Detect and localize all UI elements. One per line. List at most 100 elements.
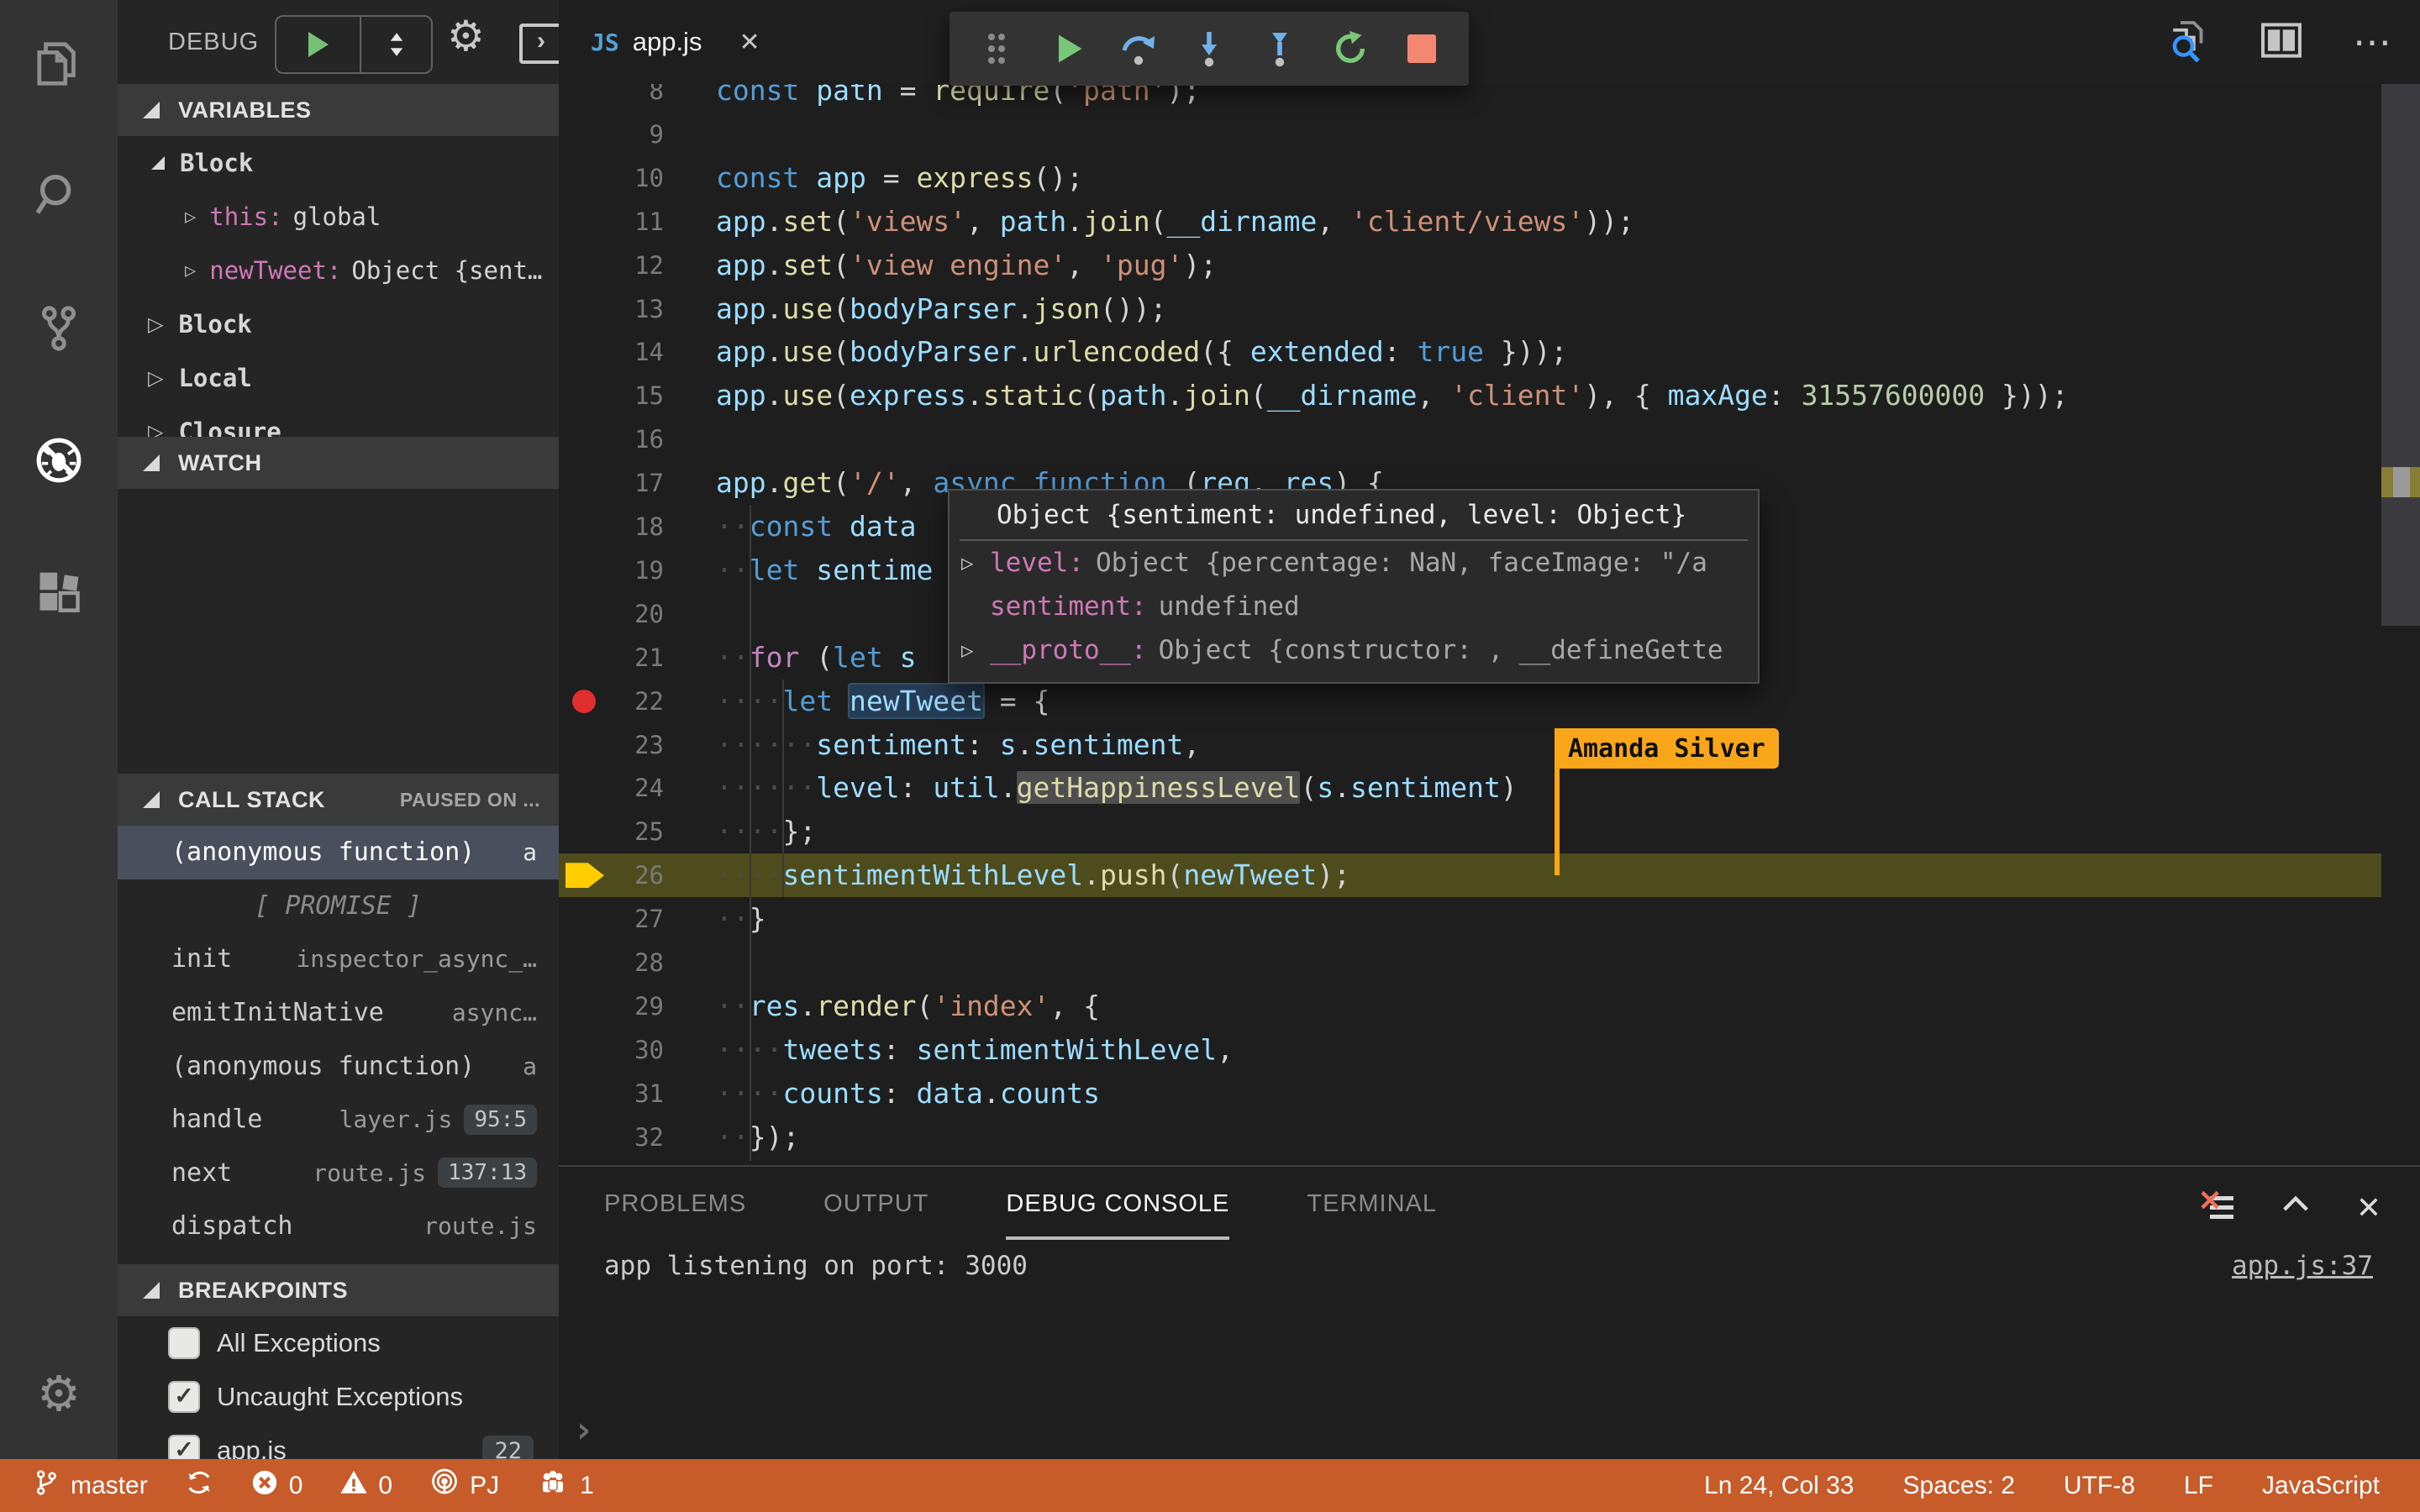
line-number[interactable]: 16 bbox=[559, 417, 664, 461]
tab-app-js[interactable]: JS app.js ✕ bbox=[559, 0, 832, 84]
code-line[interactable]: ······sentiment: s.sentiment, bbox=[716, 723, 1200, 767]
code-line[interactable]: app.use(express.static(path.join(__dirna… bbox=[716, 374, 2068, 417]
variables-scope-row[interactable]: ▷ Block bbox=[118, 297, 559, 351]
code-line[interactable]: app.use(bodyParser.urlencoded({ extended… bbox=[716, 330, 1567, 374]
line-number[interactable]: 32 bbox=[559, 1116, 664, 1159]
scrollbar-thumb[interactable] bbox=[2381, 84, 2420, 626]
breakpoint-row[interactable]: ✓ app.js 22 bbox=[118, 1424, 559, 1459]
panel-tab-problems[interactable]: PROBLEMS bbox=[604, 1190, 746, 1230]
console-source-link[interactable]: app.js:37 bbox=[2232, 1251, 2373, 1281]
panel-tab-terminal[interactable]: TERMINAL bbox=[1307, 1190, 1437, 1230]
breakpoint-checkbox[interactable]: ✓ bbox=[168, 1435, 200, 1459]
status-item-javascript[interactable]: JavaScript bbox=[2262, 1472, 2380, 1500]
line-number[interactable]: 13 bbox=[559, 287, 664, 331]
line-number[interactable]: 17 bbox=[559, 461, 664, 505]
explorer-icon[interactable] bbox=[0, 13, 118, 114]
line-number[interactable]: 12 bbox=[559, 244, 664, 287]
code-line[interactable]: ····sentimentWithLevel.push(newTweet); bbox=[716, 853, 1350, 897]
extensions-icon[interactable] bbox=[0, 543, 118, 643]
restart-button[interactable] bbox=[1328, 25, 1375, 72]
search-in-file-icon[interactable] bbox=[2163, 17, 2210, 68]
tab-close-icon[interactable]: ✕ bbox=[739, 28, 760, 57]
line-number[interactable]: 19 bbox=[559, 549, 664, 592]
code-line[interactable]: app.set('view engine', 'pug'); bbox=[716, 244, 1217, 287]
status-item-1[interactable]: 1 bbox=[536, 1468, 594, 1504]
line-number[interactable]: 27 bbox=[559, 897, 664, 941]
line-number[interactable]: 23 bbox=[559, 723, 664, 767]
line-number[interactable]: 30 bbox=[559, 1028, 664, 1072]
breakpoint-checkbox[interactable]: ✓ bbox=[168, 1381, 200, 1413]
step-into-button[interactable] bbox=[1186, 25, 1233, 72]
code-line[interactable]: ··res.render('index', { bbox=[716, 984, 1100, 1028]
tooltip-property-row[interactable]: ▷ __proto__: Object {constructor: , __de… bbox=[950, 628, 1758, 672]
status-item-utf-8[interactable]: UTF-8 bbox=[2064, 1472, 2135, 1500]
line-number[interactable]: 31 bbox=[559, 1072, 664, 1116]
repl-prompt-chevron[interactable]: › bbox=[572, 1409, 595, 1452]
tooltip-property-row[interactable]: sentiment: undefined bbox=[950, 585, 1758, 628]
breakpoint-row[interactable]: ✓ All Exceptions bbox=[118, 1316, 559, 1370]
call-stack-frame[interactable]: init inspector_async_… bbox=[118, 932, 559, 986]
call-stack-frame[interactable]: dispatch route.js bbox=[118, 1200, 559, 1253]
breakpoints-section-header[interactable]: BREAKPOINTS bbox=[118, 1264, 559, 1316]
variables-scope-row[interactable]: ▷ Local bbox=[118, 351, 559, 405]
line-number[interactable]: 21 bbox=[559, 636, 664, 680]
variables-scope-row[interactable]: Block bbox=[118, 136, 559, 190]
code-line[interactable]: ····let newTweet = { bbox=[716, 680, 1050, 723]
call-stack-frame[interactable]: [ PROMISE ] bbox=[118, 879, 559, 933]
line-number[interactable]: 10 bbox=[559, 156, 664, 200]
stop-button[interactable] bbox=[1398, 25, 1445, 72]
line-number[interactable]: 25 bbox=[559, 810, 664, 853]
variables-section-header[interactable]: VARIABLES bbox=[118, 84, 559, 136]
code-line[interactable]: ··let sentime bbox=[716, 549, 933, 592]
debug-icon[interactable] bbox=[0, 410, 118, 511]
panel-tab-debug-console[interactable]: DEBUG CONSOLE bbox=[1006, 1190, 1230, 1240]
start-debug-button[interactable] bbox=[276, 17, 362, 72]
close-panel-icon[interactable]: ✕ bbox=[2356, 1190, 2381, 1226]
status-item-lf[interactable]: LF bbox=[2184, 1472, 2213, 1500]
line-number[interactable]: 24 bbox=[559, 766, 664, 810]
variable-row[interactable]: ▷ this: global bbox=[118, 190, 559, 244]
status-item-ln-24-col-33[interactable]: Ln 24, Col 33 bbox=[1704, 1472, 1854, 1500]
step-out-button[interactable] bbox=[1256, 25, 1303, 72]
line-number[interactable]: 14 bbox=[559, 330, 664, 374]
code-line[interactable]: app.set('views', path.join(__dirname, 'c… bbox=[716, 200, 1634, 244]
code-line[interactable]: ··}); bbox=[716, 1116, 799, 1159]
call-stack-frame[interactable]: (anonymous function) a bbox=[118, 1039, 559, 1093]
code-line[interactable]: app.use(bodyParser.json()); bbox=[716, 287, 1167, 331]
status-item-sync-icon[interactable] bbox=[185, 1468, 213, 1504]
call-stack-frame[interactable]: emitInitNative async… bbox=[118, 986, 559, 1040]
code-line[interactable]: ····}; bbox=[716, 810, 816, 853]
status-item-spaces-2[interactable]: Spaces: 2 bbox=[1903, 1472, 2015, 1500]
debug-launch-widget[interactable] bbox=[275, 15, 433, 74]
breakpoint-dot[interactable] bbox=[572, 689, 596, 713]
status-item-master[interactable]: master bbox=[32, 1468, 148, 1504]
status-item-pj[interactable]: PJ bbox=[429, 1467, 499, 1504]
line-number[interactable]: 9 bbox=[559, 113, 664, 156]
code-line[interactable]: ····counts: data.counts bbox=[716, 1072, 1100, 1116]
breakpoint-checkbox[interactable]: ✓ bbox=[168, 1327, 200, 1359]
search-icon[interactable] bbox=[0, 144, 118, 245]
split-editor-icon[interactable] bbox=[2259, 18, 2304, 67]
line-number[interactable]: 18 bbox=[559, 505, 664, 549]
code-line[interactable]: ······level: util.getHappinessLevel(s.se… bbox=[716, 766, 1518, 810]
code-line[interactable]: const app = express(); bbox=[716, 156, 1083, 200]
more-actions-icon[interactable]: ⋯ bbox=[2353, 23, 2391, 61]
settings-gear-icon[interactable]: ⚙ bbox=[0, 1344, 118, 1445]
editor-scrollbar[interactable] bbox=[2381, 0, 2420, 1165]
tooltip-property-row[interactable]: ▷ level: Object {percentage: NaN, faceIm… bbox=[950, 541, 1758, 585]
continue-button[interactable] bbox=[1044, 25, 1092, 72]
panel-tab-output[interactable]: OUTPUT bbox=[823, 1190, 929, 1230]
line-number[interactable]: 11 bbox=[559, 200, 664, 244]
step-over-button[interactable] bbox=[1115, 25, 1162, 72]
call-stack-frame[interactable]: next route.js 137:13 bbox=[118, 1147, 559, 1200]
clear-console-icon[interactable]: ✕ bbox=[2198, 1185, 2235, 1225]
toolbar-drag-handle[interactable] bbox=[973, 25, 1020, 72]
code-line[interactable]: ··} bbox=[716, 897, 766, 941]
configure-gear-icon[interactable]: ⚙ bbox=[447, 12, 485, 60]
call-stack-section-header[interactable]: CALL STACK PAUSED ON ... bbox=[118, 774, 559, 826]
call-stack-frame[interactable]: handle layer.js 95:5 bbox=[118, 1093, 559, 1147]
call-stack-frame[interactable]: (anonymous function) a bbox=[118, 826, 559, 879]
status-item-0[interactable]: 0 bbox=[339, 1468, 392, 1504]
code-line[interactable]: ··for (let s bbox=[716, 636, 916, 680]
code-line[interactable]: ··const data bbox=[716, 505, 916, 549]
